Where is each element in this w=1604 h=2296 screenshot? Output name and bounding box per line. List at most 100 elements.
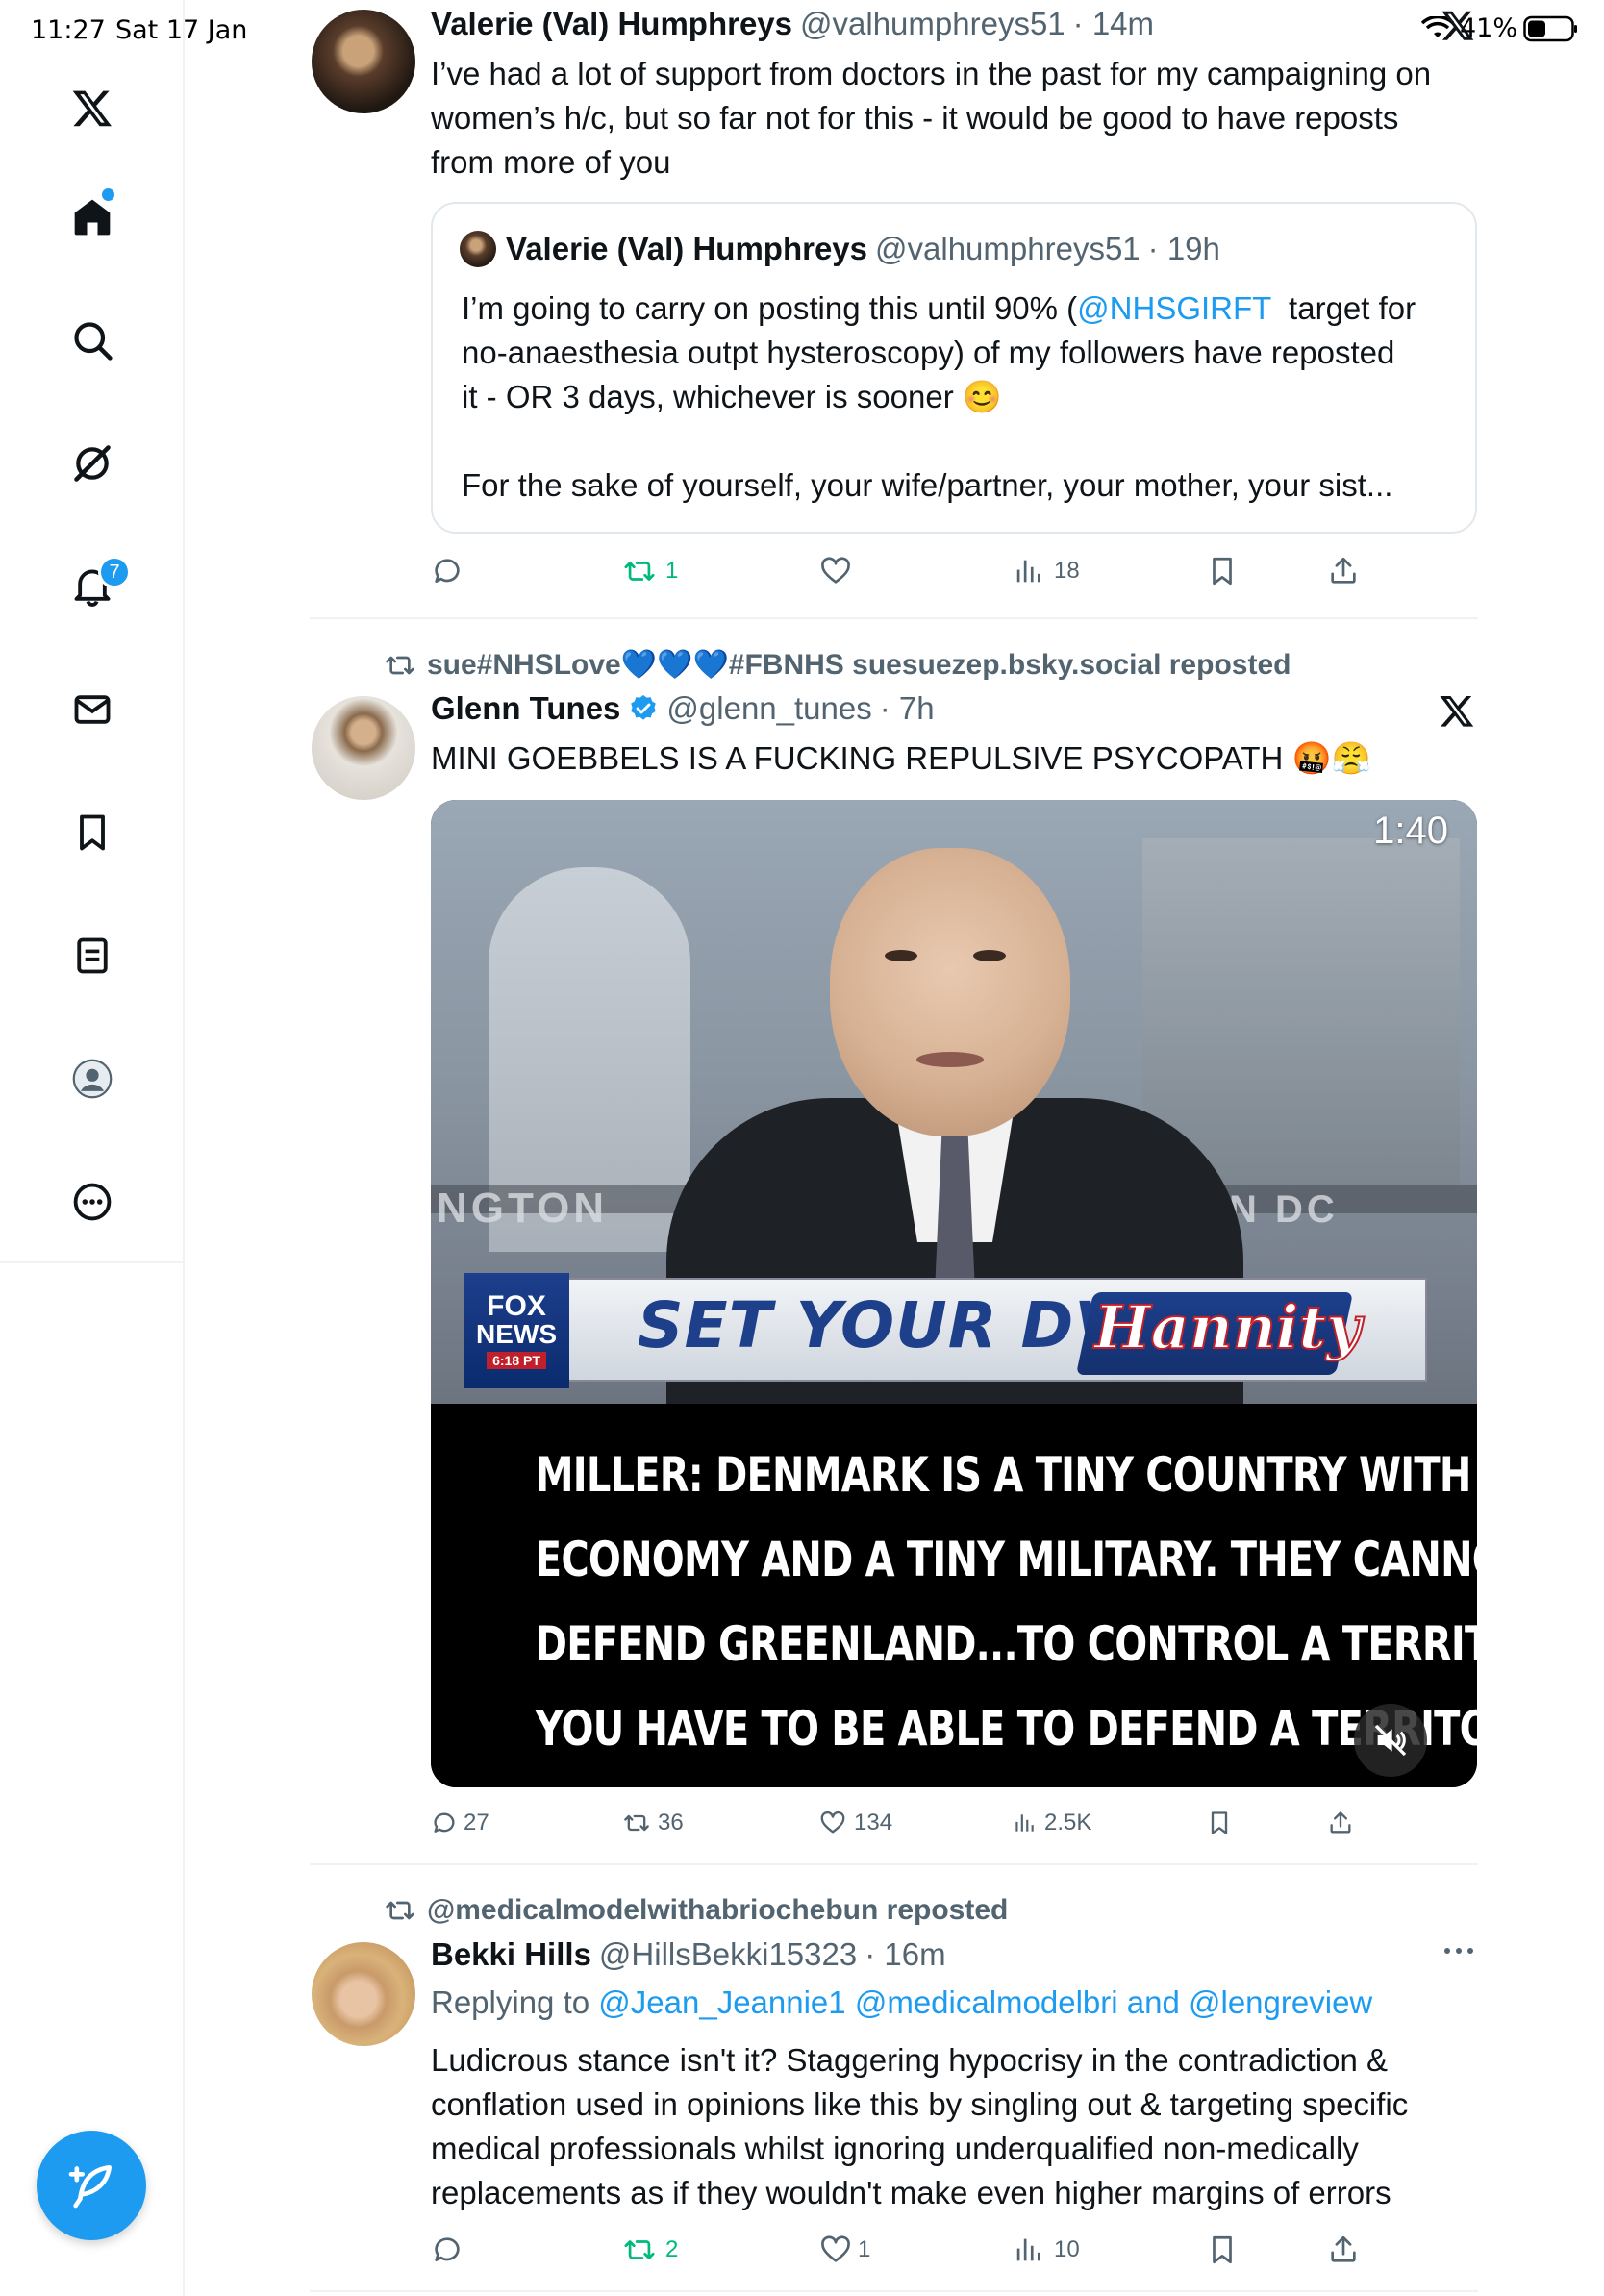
bookmarks-icon[interactable] [60, 800, 125, 865]
avatar[interactable] [312, 10, 415, 113]
bookmark-button[interactable] [1206, 555, 1239, 587]
reply-count: 27 [464, 1809, 489, 1835]
repost-by-text[interactable]: @medicalmodelwithabriochebun reposted [427, 1894, 1008, 1927]
views-count: 18 [1054, 558, 1080, 584]
mention-link[interactable]: @lengreview [1189, 1984, 1372, 2020]
author-handle[interactable]: @valhumphreys51 [800, 6, 1065, 42]
x-logo-icon[interactable] [60, 75, 125, 140]
tweet-text-line: Ludicrous stance isn't it? Staggering hy… [431, 2042, 1389, 2078]
quote-spacer [462, 419, 1462, 463]
lists-icon[interactable] [60, 923, 125, 988]
quote-text-span: I’m going to carry on posting this until… [462, 290, 1078, 326]
sidebar-bottom-divider [0, 1261, 184, 1263]
mute-button[interactable] [1354, 1704, 1427, 1777]
author-handle[interactable]: @glenn_tunes [666, 690, 871, 727]
quote-text: I’m going to carry on posting this until… [462, 287, 1462, 508]
like-button[interactable]: 134 [819, 1809, 892, 1836]
tweet-actions: 27 36 134 2.5K [431, 1806, 1402, 1840]
fox-news-logo: FOX NEWS 6:18 PT [464, 1273, 569, 1388]
tweet-text-line: I’ve had a lot of support from doctors i… [431, 56, 1432, 91]
bookmark-icon [1211, 1811, 1228, 1834]
repost-icon [386, 656, 414, 674]
author-name[interactable]: Valerie (Val) Humphreys [431, 6, 792, 42]
tweet-header: Bekki Hills @HillsBekki15323 · 16m [431, 1936, 946, 1973]
reply-button[interactable]: 27 [431, 1809, 489, 1836]
views-button[interactable]: 10 [1012, 2234, 1080, 2266]
status-date: Sat 17 Jan [115, 15, 248, 45]
muted-speaker-icon [1374, 1724, 1407, 1757]
share-button[interactable] [1327, 555, 1360, 587]
tweet-time[interactable]: · 14m [1073, 6, 1154, 42]
presenter-head [830, 848, 1070, 1136]
author-name[interactable]: Bekki Hills [431, 1936, 591, 1973]
avatar[interactable] [312, 696, 415, 800]
tweet-time[interactable]: · 7h [880, 690, 935, 727]
grok-icon[interactable] [60, 431, 125, 496]
share-icon [1330, 1811, 1351, 1834]
mention-link[interactable]: @medicalmodelbri [855, 1984, 1118, 2020]
verified-badge-icon [631, 695, 657, 720]
bookmark-button[interactable] [1206, 1809, 1233, 1836]
author-name[interactable]: Glenn Tunes [431, 690, 620, 727]
quote-line: it - OR 3 days, whichever is sooner 😊 [462, 379, 1002, 414]
heart-icon [821, 557, 850, 584]
share-button[interactable] [1327, 2234, 1360, 2266]
search-icon[interactable] [60, 308, 125, 373]
share-button[interactable] [1327, 1809, 1354, 1836]
repost-button[interactable]: 2 [623, 2234, 678, 2266]
network-time: 6:18 PT [487, 1352, 546, 1369]
video-player[interactable]: NGTON N DC 1:40 FOX NEWS 6:18 PT SET YOU… [431, 800, 1477, 1787]
caption-line: DEFEND GREENLAND...TO CONTROL A TERRITOR… [535, 1616, 1477, 1672]
bookmark-icon [1213, 2235, 1232, 2264]
repost-by-text[interactable]: sue#NHSLove💙💙💙#FBNHS suesuezep.bsky.soci… [427, 648, 1291, 682]
messages-icon[interactable] [60, 677, 125, 742]
repost-context: sue#NHSLove💙💙💙#FBNHS suesuezep.bsky.soci… [385, 648, 1291, 682]
repost-count: 36 [658, 1809, 684, 1835]
tweet-text: I’ve had a lot of support from doctors i… [431, 52, 1489, 185]
mention-link[interactable]: @Jean_Jeannie1 [598, 1984, 845, 2020]
like-count: 134 [854, 1809, 893, 1835]
quote-line: no-anaesthesia outpt hysteroscopy) of my… [462, 335, 1395, 370]
replying-to: Replying to @Jean_Jeannie1 @medicalmodel… [431, 1984, 1372, 2021]
share-icon [1331, 557, 1356, 584]
like-count: 1 [858, 2236, 871, 2262]
share-icon [1331, 2235, 1356, 2262]
x-logo-icon [1441, 11, 1474, 40]
tweet-time[interactable]: · 16m [865, 1936, 945, 1973]
repost-button[interactable]: 36 [623, 1809, 684, 1836]
quote-line: I’m going to carry on posting this until… [462, 287, 1462, 331]
battery-icon [1523, 15, 1578, 41]
repost-count: 1 [665, 558, 679, 584]
tweet-text-line: medical professionals whilst ignoring un… [431, 2131, 1359, 2166]
replying-and: and [1126, 1984, 1180, 2020]
views-button[interactable]: 2.5K [1012, 1809, 1091, 1836]
presenter-eyes [864, 915, 1037, 961]
quote-text-span: target for [1270, 290, 1416, 326]
background-building [1142, 838, 1460, 1185]
views-button[interactable]: 18 [1012, 555, 1080, 587]
like-button[interactable] [819, 555, 862, 587]
x-logo-icon [1440, 695, 1474, 727]
mention-link[interactable]: @NHSGIRFT [1077, 290, 1271, 326]
reply-button[interactable] [431, 2234, 473, 2266]
bookmark-button[interactable] [1206, 2234, 1239, 2266]
compose-button[interactable] [37, 2131, 146, 2240]
like-button[interactable]: 1 [819, 2234, 870, 2266]
network-name: FOX [487, 1290, 546, 1322]
heart-icon [821, 2235, 850, 2262]
avatar[interactable] [312, 1942, 415, 2046]
profile-icon[interactable] [60, 1046, 125, 1111]
heart-icon [820, 1810, 845, 1834]
status-time: 11:27 [31, 15, 106, 45]
reply-button[interactable] [431, 555, 473, 587]
views-icon [1015, 1814, 1034, 1832]
author-handle[interactable]: @HillsBekki15323 [599, 1936, 857, 1973]
tweet-actions: 1 18 [431, 554, 1402, 588]
tweet-separator [310, 617, 1478, 619]
repost-button[interactable]: 1 [623, 555, 678, 587]
reply-icon [435, 2237, 460, 2261]
more-icon[interactable] [60, 1169, 125, 1235]
more-options-icon[interactable] [1442, 1944, 1475, 1958]
quoted-tweet[interactable]: Valerie (Val) Humphreys @valhumphreys51 … [431, 202, 1477, 534]
home-icon[interactable] [60, 185, 125, 250]
